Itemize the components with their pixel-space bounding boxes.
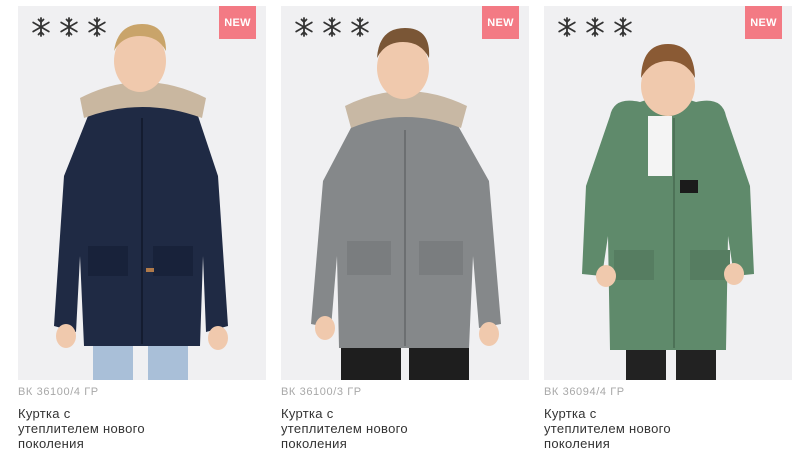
new-badge: NEW [482, 6, 519, 39]
snowflake-icon [323, 17, 341, 37]
snowflake-icon [614, 17, 632, 37]
product-card[interactable]: NEW ВК 36094/4 ГР Куртка с утеплителем н… [544, 6, 792, 456]
product-title-line: поколения [544, 436, 611, 451]
snowflake-icon [32, 17, 50, 37]
product-sku: ВК 36100/4 ГР [18, 386, 99, 398]
product-title[interactable]: Куртка с утеплителем нового поколения [281, 406, 511, 451]
warmth-rating [293, 16, 371, 38]
product-photo[interactable]: NEW [281, 6, 529, 380]
product-sku: ВК 36094/4 ГР [544, 386, 625, 398]
product-title-line: утеплителем нового [281, 421, 408, 436]
product-title-line: Куртка с [18, 406, 71, 421]
product-title-line: утеплителем нового [18, 421, 145, 436]
product-card[interactable]: NEW ВК 36100/4 ГР Куртка с утеплителем н… [18, 6, 266, 456]
product-grid: NEW ВК 36100/4 ГР Куртка с утеплителем н… [18, 6, 794, 456]
product-title-line: поколения [281, 436, 348, 451]
snowflake-icon [351, 17, 369, 37]
new-badge: NEW [745, 6, 782, 39]
product-photo[interactable]: NEW [18, 6, 266, 380]
product-title-line: поколения [18, 436, 85, 451]
snowflake-icon [586, 17, 604, 37]
product-title-line: Куртка с [544, 406, 597, 421]
product-title-line: утеплителем нового [544, 421, 671, 436]
snowflake-icon [558, 17, 576, 37]
product-photo[interactable]: NEW [544, 6, 792, 380]
warmth-rating [30, 16, 108, 38]
snowflake-icon [295, 17, 313, 37]
snowflake-icon [60, 17, 78, 37]
product-title-line: Куртка с [281, 406, 334, 421]
new-badge: NEW [219, 6, 256, 39]
product-title[interactable]: Куртка с утеплителем нового поколения [18, 406, 248, 451]
warmth-rating [556, 16, 634, 38]
snowflake-icon [88, 17, 106, 37]
product-sku: ВК 36100/3 ГР [281, 386, 362, 398]
product-title[interactable]: Куртка с утеплителем нового поколения [544, 406, 774, 451]
product-card[interactable]: NEW ВК 36100/3 ГР Куртка с утеплителем н… [281, 6, 529, 456]
